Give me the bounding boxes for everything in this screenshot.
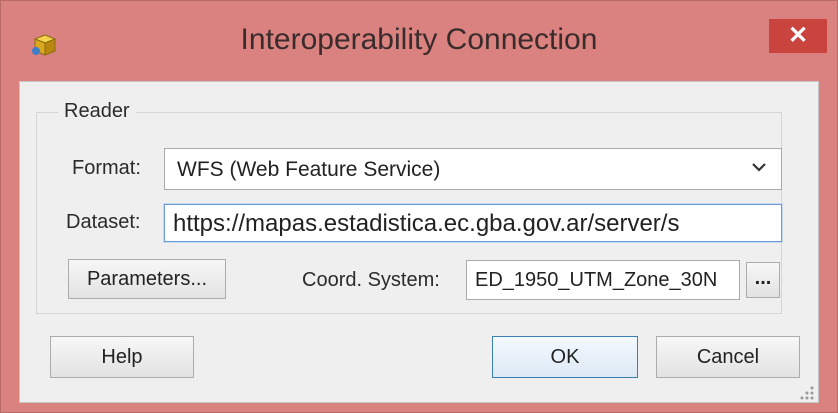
cancel-button[interactable]: Cancel — [656, 336, 800, 378]
close-button[interactable]: ✕ — [769, 19, 827, 53]
reader-group-label: Reader — [58, 100, 136, 123]
parameters-button[interactable]: Parameters... — [68, 259, 226, 299]
chevron-down-icon — [752, 163, 766, 172]
dataset-input[interactable]: https://mapas.estadistica.ec.gba.gov.ar/… — [163, 203, 783, 243]
format-select[interactable]: WFS (Web Feature Service) — [164, 148, 782, 190]
format-label: Format: — [72, 157, 141, 179]
coord-system-label: Coord. System: — [302, 269, 440, 291]
dataset-label: Dataset: — [66, 211, 141, 233]
coord-system-value: ED_1950_UTM_Zone_30N — [475, 269, 718, 291]
coord-system-browse-button[interactable]: ... — [746, 262, 780, 298]
help-button[interactable]: Help — [50, 336, 194, 378]
close-icon: ✕ — [787, 22, 809, 49]
title-bar[interactable]: Interoperability Connection ✕ — [1, 1, 837, 81]
resize-grip-icon[interactable] — [796, 382, 816, 402]
format-value: WFS (Web Feature Service) — [177, 158, 441, 181]
coord-system-field[interactable]: ED_1950_UTM_Zone_30N — [466, 260, 740, 300]
dialog-title: Interoperability Connection — [240, 23, 598, 56]
ok-button[interactable]: OK — [492, 336, 638, 378]
dataset-value: https://mapas.estadistica.ec.gba.gov.ar/… — [173, 210, 680, 237]
